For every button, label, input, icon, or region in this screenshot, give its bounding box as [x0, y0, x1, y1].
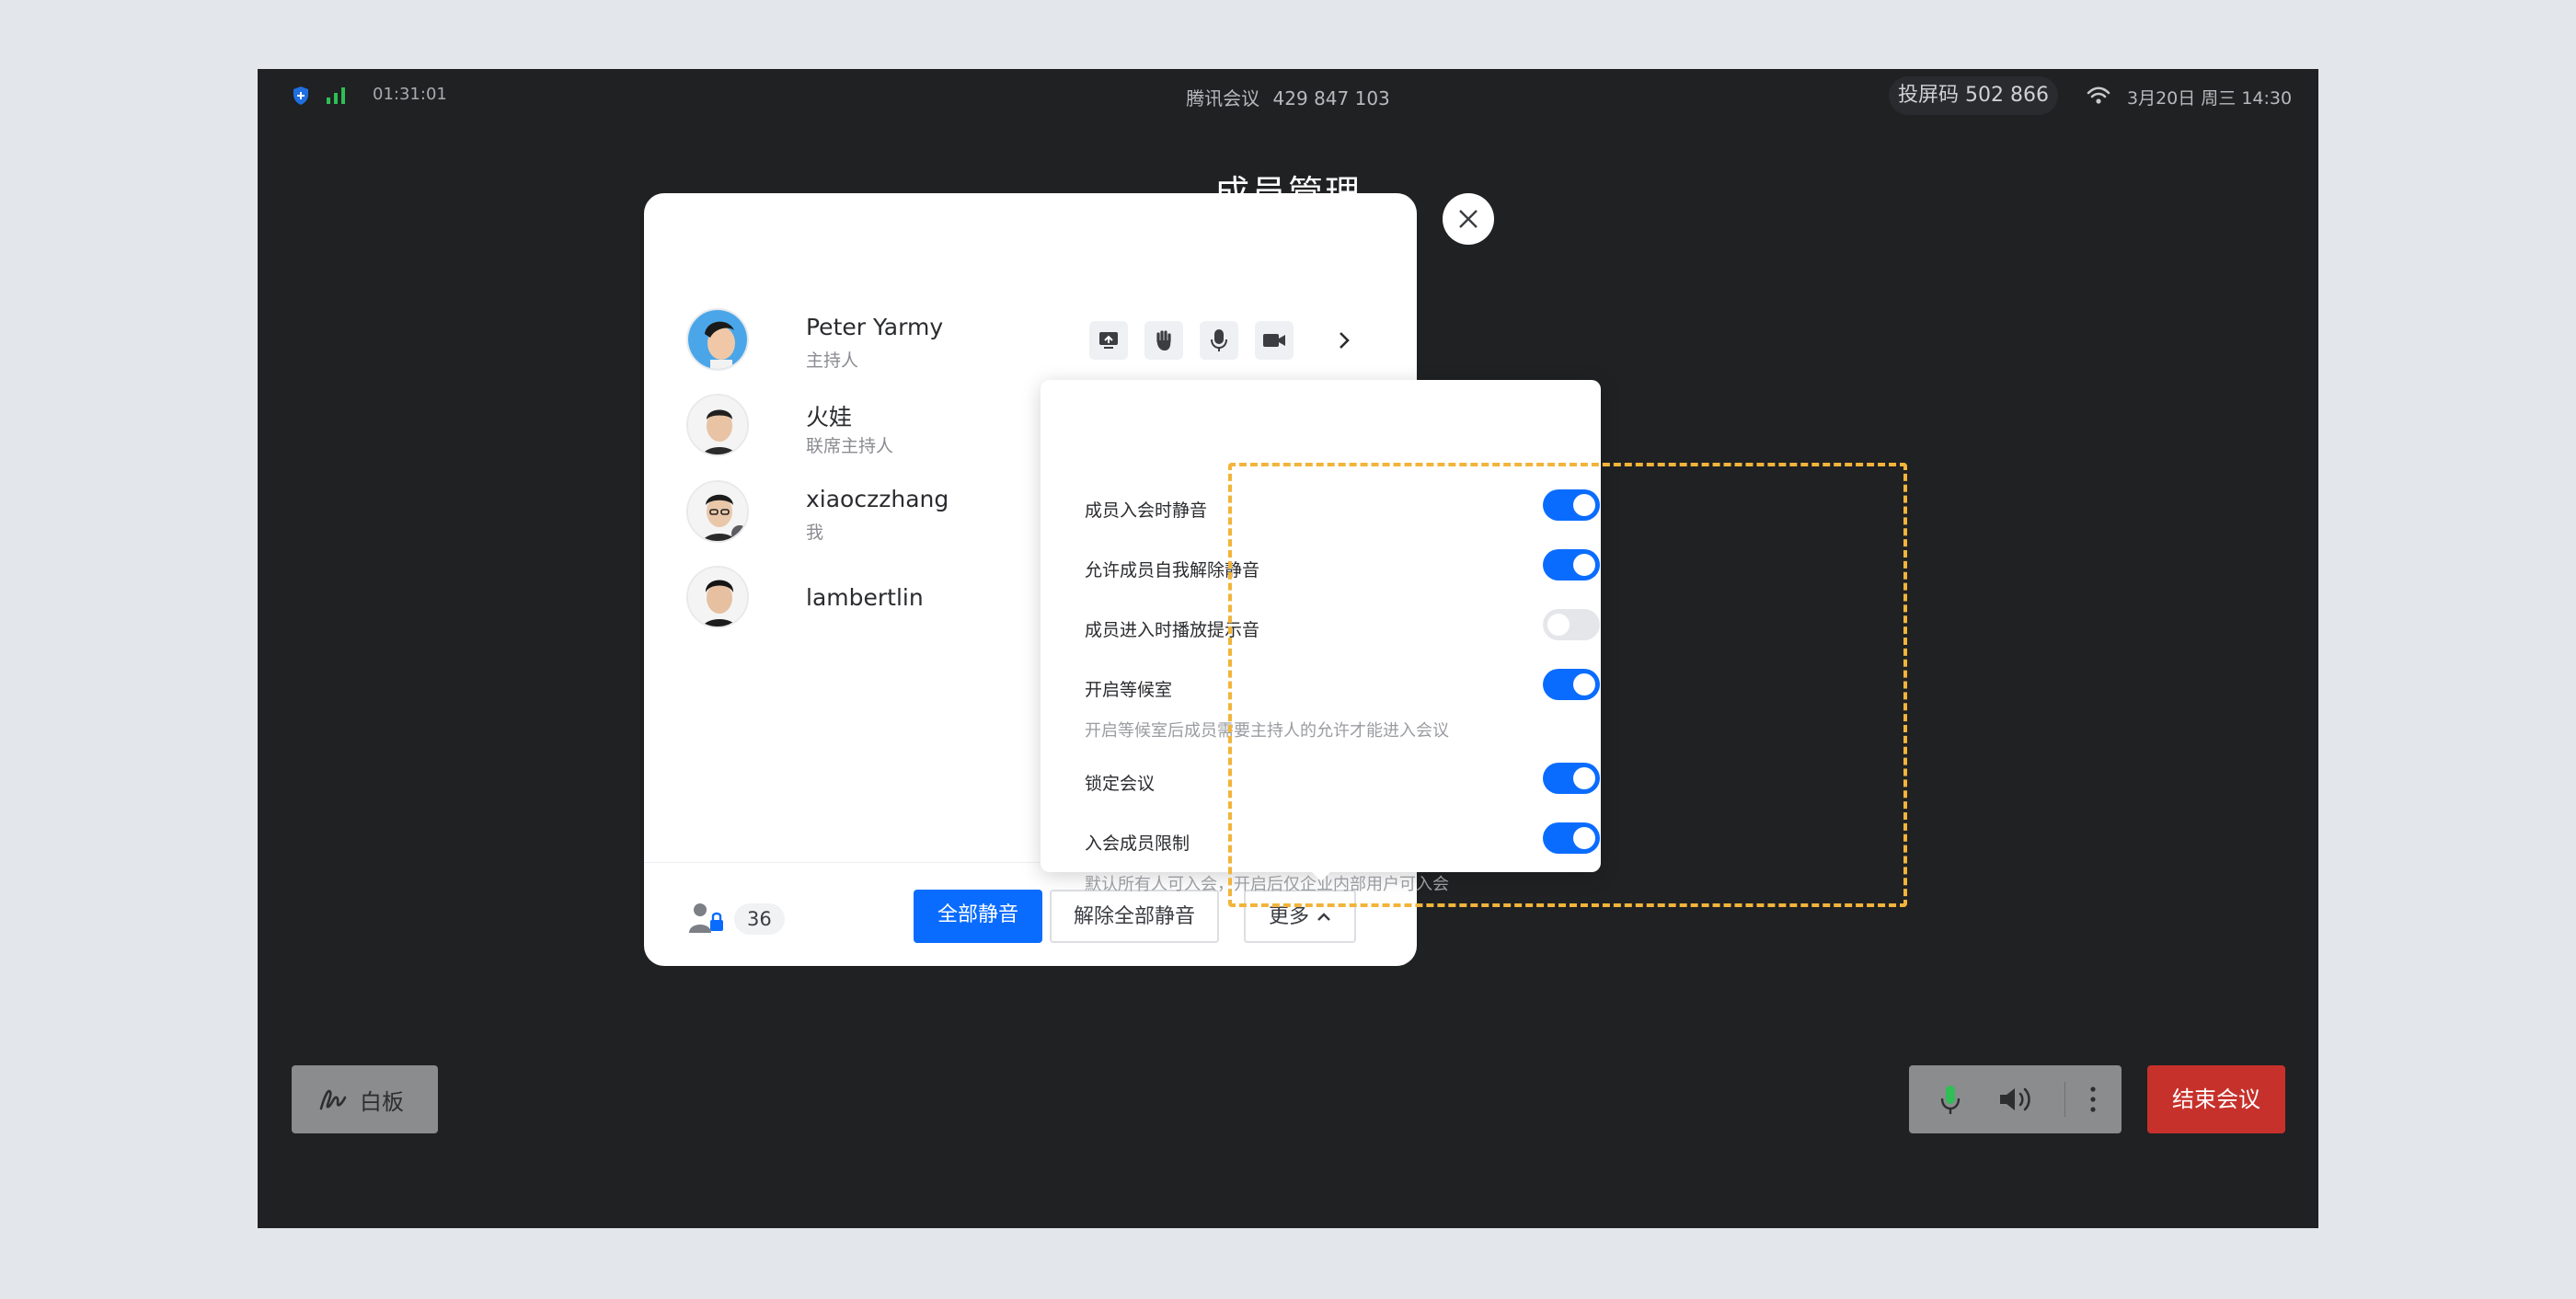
raise-hand-button[interactable]: [1144, 321, 1183, 360]
vertical-dots-icon: [2090, 1086, 2096, 1112]
avatar: [686, 308, 749, 371]
avatar: [686, 394, 749, 456]
more-options-button[interactable]: [2069, 1065, 2117, 1133]
member-name: lambertlin: [806, 584, 924, 611]
more-settings-popup: 成员入会时静音 允许成员自我解除静音 成员进入时播放提示音 开启等候室 开启等候…: [1041, 380, 1601, 894]
member-name: Peter Yarmy: [806, 314, 944, 340]
setting-description: 开启等候室后成员需要主持人的允许才能进入会议: [1085, 721, 1449, 741]
microphone-icon: [1940, 1086, 1961, 1114]
wifi-icon: [2087, 86, 2110, 104]
camera-button[interactable]: [1255, 321, 1294, 360]
setting-mute-on-join: 成员入会时静音: [1085, 489, 1600, 522]
more-button-label: 更多: [1268, 905, 1309, 928]
microphone-button[interactable]: [1200, 321, 1238, 360]
member-row[interactable]: Peter Yarmy 主持人: [686, 308, 1386, 373]
close-icon: [1459, 210, 1478, 228]
speaker-button[interactable]: [1986, 1065, 2047, 1133]
screen-share-icon: [1099, 332, 1118, 349]
member-detail-button[interactable]: [1330, 321, 1358, 360]
app-name: 腾讯会议: [1186, 87, 1260, 109]
member-role: 联席主持人: [806, 436, 894, 456]
chevron-right-icon: [1340, 332, 1350, 349]
member-name: xiaoczzhang: [806, 486, 949, 512]
meeting-id: 429 847 103: [1272, 87, 1390, 109]
divider: [2064, 1082, 2065, 1117]
date-time: 3月20日 周三 14:30: [2127, 88, 2293, 109]
whiteboard-pen-icon: [319, 1089, 347, 1110]
setting-lock-meeting: 锁定会议: [1085, 763, 1600, 795]
allow-self-unmute-toggle[interactable]: [1543, 549, 1600, 581]
setting-label: 锁定会议: [1085, 774, 1156, 794]
setting-join-sound: 成员进入时播放提示音: [1085, 609, 1600, 641]
waiting-room-toggle[interactable]: [1543, 669, 1600, 700]
member-name: 火娃: [806, 404, 853, 431]
setting-label: 入会成员限制: [1085, 833, 1190, 854]
setting-label: 允许成员自我解除静音: [1085, 560, 1260, 581]
close-button[interactable]: [1443, 193, 1494, 245]
join-restriction-toggle[interactable]: [1543, 822, 1600, 854]
screen-share-button[interactable]: [1089, 321, 1128, 360]
member-role: 我: [806, 523, 824, 543]
cast-code-badge[interactable]: 投屏码 502 866: [1889, 76, 2058, 115]
audio-controls: [1909, 1065, 2122, 1133]
setting-waiting-room: 开启等候室 开启等候室后成员需要主持人的允许才能进入会议: [1085, 669, 1600, 741]
mute-on-join-toggle[interactable]: [1543, 489, 1600, 521]
avatar: [686, 566, 749, 628]
end-meeting-button[interactable]: 结束会议: [2147, 1065, 2285, 1133]
popup-caret: [1308, 868, 1334, 881]
microphone-toggle-button[interactable]: [1924, 1065, 1977, 1133]
status-bar: 01:31:01 腾讯会议 429 847 103 投屏码 502 866 3月…: [258, 69, 2318, 122]
hand-icon: [1156, 330, 1171, 351]
setting-allow-self-unmute: 允许成员自我解除静音: [1085, 549, 1600, 581]
setting-label: 成员进入时播放提示音: [1085, 620, 1260, 640]
member-role: 主持人: [806, 351, 859, 371]
setting-label: 成员入会时静音: [1085, 500, 1208, 521]
join-sound-toggle[interactable]: [1543, 609, 1600, 640]
unmute-all-button[interactable]: 解除全部静音: [1050, 890, 1219, 943]
setting-label: 开启等候室: [1085, 680, 1173, 700]
speaker-volume-icon: [2000, 1087, 2030, 1111]
mute-all-button[interactable]: 全部静音: [914, 890, 1042, 943]
members-icon: [689, 903, 723, 933]
lock-meeting-toggle[interactable]: [1543, 763, 1600, 794]
chevron-up-icon: [1317, 913, 1330, 921]
whiteboard-button[interactable]: 白板: [292, 1065, 438, 1133]
microphone-icon: [1211, 329, 1227, 351]
avatar: [686, 480, 749, 543]
more-button[interactable]: 更多: [1244, 890, 1356, 943]
video-camera-icon: [1263, 334, 1285, 347]
whiteboard-label: 白板: [360, 1088, 404, 1115]
member-count-badge: 36: [734, 903, 785, 935]
setting-join-restriction: 入会成员限制 默认所有人可入会，开启后仅企业内部用户可入会: [1085, 822, 1600, 895]
